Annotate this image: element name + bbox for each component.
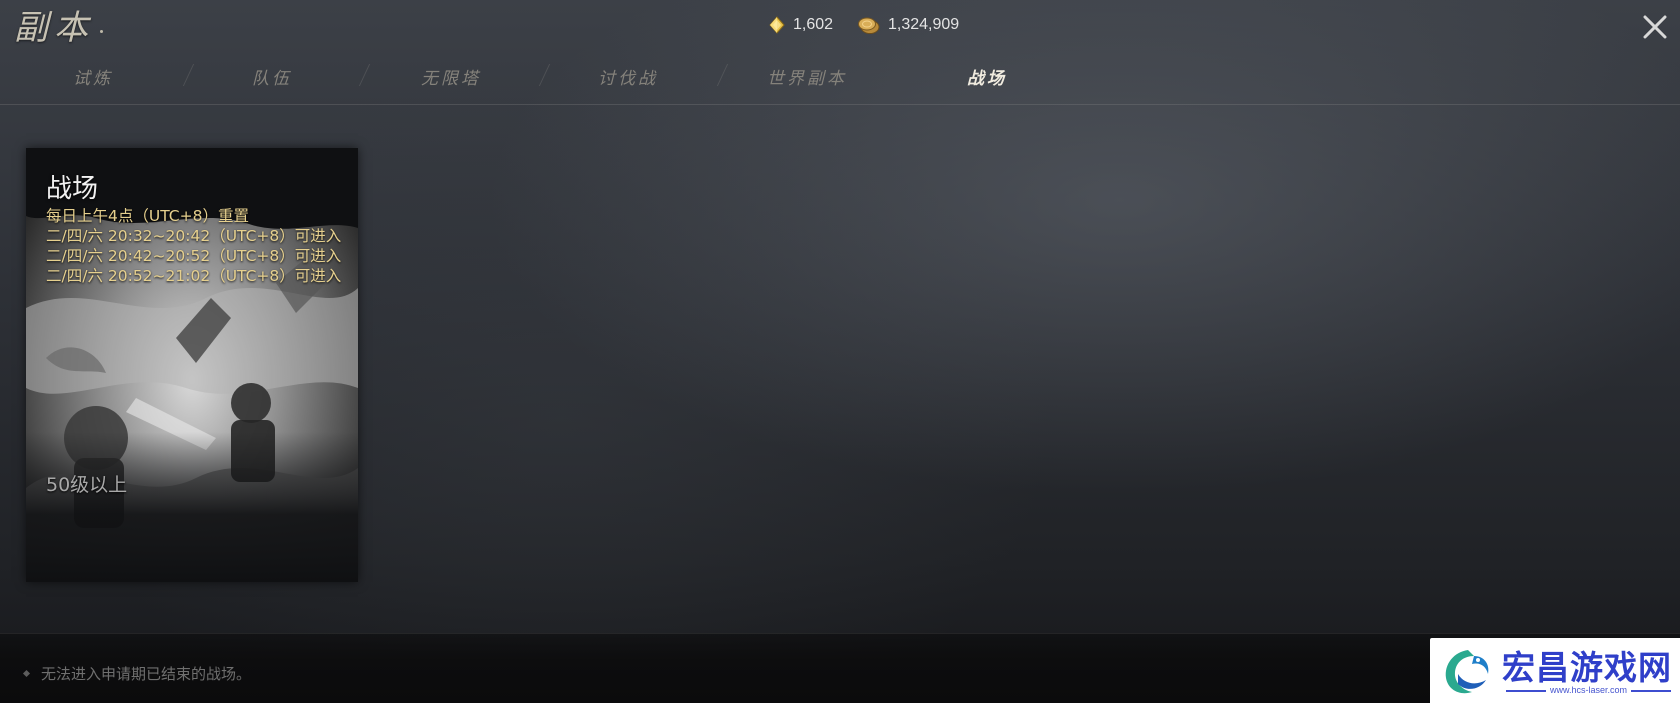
header: 副本 1,602 1,324,909 试炼 队伍 无限塔 讨伐战 世界副本 战场: [0, 0, 1680, 105]
coin-currency: 1,324,909: [857, 14, 959, 36]
tab-divider: [358, 64, 371, 86]
footer-bar: 无法进入申请期已结束的战场。: [0, 633, 1680, 703]
page-title: 副本: [14, 8, 94, 48]
tab-divider: [716, 64, 729, 86]
watermark-url: www.hcs-laser.com: [1502, 685, 1672, 695]
bullet-icon: [22, 669, 31, 678]
watermark-text: 宏昌游戏网: [1502, 648, 1672, 687]
tab-party[interactable]: 队伍: [252, 64, 292, 89]
tab-infinite-tower[interactable]: 无限塔: [421, 64, 481, 89]
entry-window: 二/四/六 20:52~21:02（UTC+8）可进入: [46, 267, 342, 285]
notice-text: 无法进入申请期已结束的战场。: [41, 665, 252, 683]
dragon-logo-icon: [1445, 650, 1489, 694]
tab-world-dungeon[interactable]: 世界副本: [767, 64, 847, 89]
tab-divider: [538, 64, 551, 86]
title-ornament: [100, 30, 103, 33]
dungeon-screen: 副本 1,602 1,324,909 试炼 队伍 无限塔 讨伐战 世界副本 战场…: [0, 0, 1680, 703]
site-watermark: 宏昌游戏网 www.hcs-laser.com: [1430, 638, 1680, 703]
reset-time: 每日上午4点（UTC+8）重置: [46, 207, 249, 225]
close-icon[interactable]: [1640, 12, 1670, 42]
card-fade: [26, 432, 358, 582]
entry-window: 二/四/六 20:42~20:52（UTC+8）可进入: [46, 247, 342, 265]
gem-icon: [769, 16, 785, 34]
tab-divider: [182, 64, 195, 86]
tab-trial[interactable]: 试炼: [73, 64, 113, 89]
card-title: 战场: [46, 174, 99, 204]
schedule-list: 每日上午4点（UTC+8）重置 二/四/六 20:32~20:42（UTC+8）…: [46, 206, 346, 286]
coin-amount: 1,324,909: [888, 16, 960, 33]
tab-raid[interactable]: 讨伐战: [598, 64, 658, 89]
coin-icon: [858, 17, 880, 34]
footer-notice: 无法进入申请期已结束的战场。: [22, 663, 252, 684]
battlefield-card[interactable]: 战场 每日上午4点（UTC+8）重置 二/四/六 20:32~20:42（UTC…: [26, 148, 358, 582]
tab-battlefield[interactable]: 战场: [967, 64, 1007, 89]
tab-bar: 试炼 队伍 无限塔 讨伐战 世界副本 战场: [0, 60, 1100, 94]
level-requirement: 50级以上: [46, 474, 128, 496]
gem-currency: 1,602: [768, 14, 833, 36]
gem-amount: 1,602: [793, 16, 834, 33]
entry-window: 二/四/六 20:32~20:42（UTC+8）可进入: [46, 227, 342, 245]
